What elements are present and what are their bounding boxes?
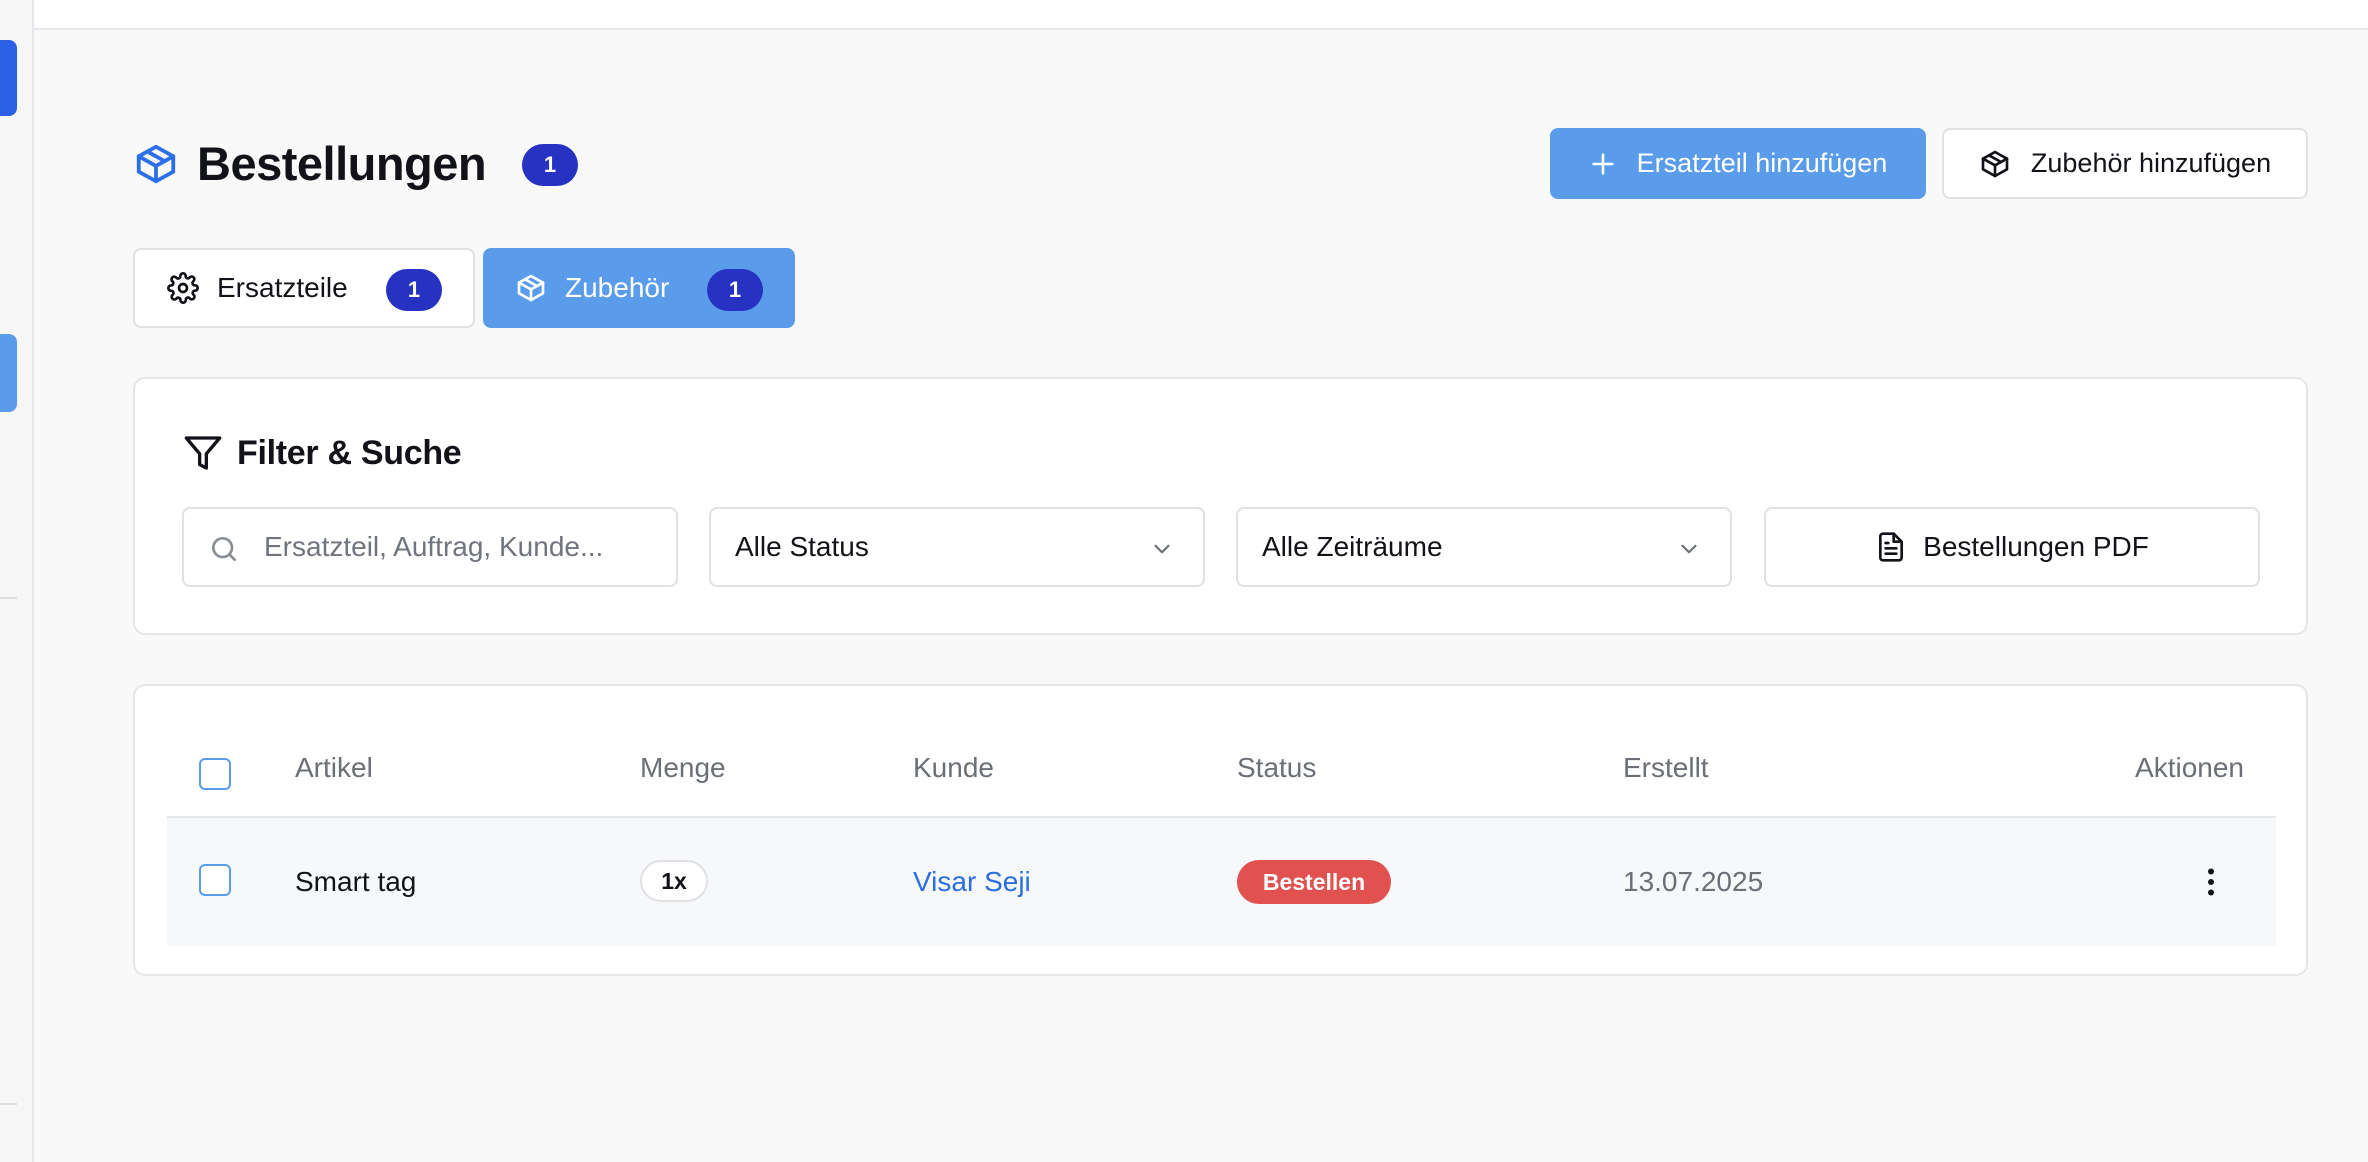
chevron-down-icon: [1154, 544, 1170, 554]
add-accessory-button[interactable]: Zubehör hinzufügen: [1942, 128, 2308, 199]
filter-card: Filter & Suche Alle Status Alle Zeiträum…: [133, 377, 2308, 635]
orders-count-badge: 1: [522, 144, 578, 186]
search-icon: [212, 537, 236, 561]
row-quantity-badge: 1x: [640, 860, 708, 902]
status-select[interactable]: Alle Status: [709, 507, 1205, 587]
tab-accessories-count: 1: [707, 269, 763, 311]
column-header-customer[interactable]: Kunde: [913, 752, 994, 784]
status-badge: Bestellen: [1237, 860, 1391, 904]
column-header-quantity[interactable]: Menge: [640, 752, 726, 784]
tab-accessories[interactable]: Zubehör 1: [483, 248, 795, 328]
package-icon: [1981, 150, 2009, 177]
package-icon: [136, 144, 176, 184]
row-customer-link[interactable]: Visar Seji: [913, 866, 1031, 898]
row-created-date: 13.07.2025: [1623, 866, 1764, 897]
search-field[interactable]: [182, 507, 678, 587]
tab-spare-parts-label: Ersatzteile: [217, 272, 348, 303]
sidebar-active-marker[interactable]: [0, 40, 17, 116]
gear-icon: [167, 272, 199, 304]
period-select[interactable]: Alle Zeiträume: [1236, 507, 1732, 587]
more-vertical-icon[interactable]: [2193, 864, 2229, 900]
filter-heading: Filter & Suche: [183, 433, 462, 473]
sidebar-active-marker-secondary[interactable]: [0, 334, 17, 412]
filter-title: Filter & Suche: [237, 433, 462, 472]
add-spare-part-label: Ersatzteil hinzufügen: [1636, 148, 1888, 178]
filter-icon: [184, 436, 222, 470]
column-header-status[interactable]: Status: [1237, 752, 1316, 784]
document-icon: [1879, 532, 1904, 562]
table-header: Artikel Menge Kunde Status Erstellt Akti…: [167, 736, 2276, 818]
sidebar-divider: [0, 1103, 17, 1105]
column-header-actions: Aktionen: [2135, 752, 2244, 783]
column-header-created[interactable]: Erstellt: [1623, 752, 1709, 784]
column-header-article[interactable]: Artikel: [295, 752, 373, 784]
search-input[interactable]: [184, 509, 676, 585]
orders-pdf-label: Bestellungen PDF: [1923, 531, 2149, 562]
sidebar: [0, 0, 34, 1162]
add-accessory-label: Zubehör hinzufügen: [2030, 148, 2272, 178]
orders-table: Artikel Menge Kunde Status Erstellt Akti…: [133, 684, 2308, 976]
tab-accessories-label: Zubehör: [565, 272, 670, 303]
plus-icon: [1592, 152, 1614, 175]
package-icon: [517, 274, 545, 302]
page-header: Bestellungen 1 Ersatzteil hinzufügen Zub…: [133, 128, 2308, 200]
add-spare-part-button[interactable]: Ersatzteil hinzufügen: [1550, 128, 1926, 199]
select-all-checkbox[interactable]: [199, 758, 231, 790]
orders-pdf-button[interactable]: Bestellungen PDF: [1764, 507, 2260, 587]
main-content: Bestellungen 1 Ersatzteil hinzufügen Zub…: [133, 0, 2308, 1162]
row-article: Smart tag: [295, 866, 417, 897]
page-title: Bestellungen: [197, 137, 487, 190]
status-select-value: Alle Status: [735, 531, 869, 562]
period-select-value: Alle Zeiträume: [1262, 531, 1443, 562]
tab-spare-parts[interactable]: Ersatzteile 1: [133, 248, 475, 328]
tab-spare-parts-count: 1: [386, 269, 442, 311]
table-row[interactable]: Smart tag 1x Visar Seji Bestellen 13.07.…: [167, 818, 2276, 946]
sidebar-divider: [0, 597, 17, 599]
chevron-down-icon: [1681, 544, 1697, 554]
row-checkbox[interactable]: [199, 864, 231, 896]
